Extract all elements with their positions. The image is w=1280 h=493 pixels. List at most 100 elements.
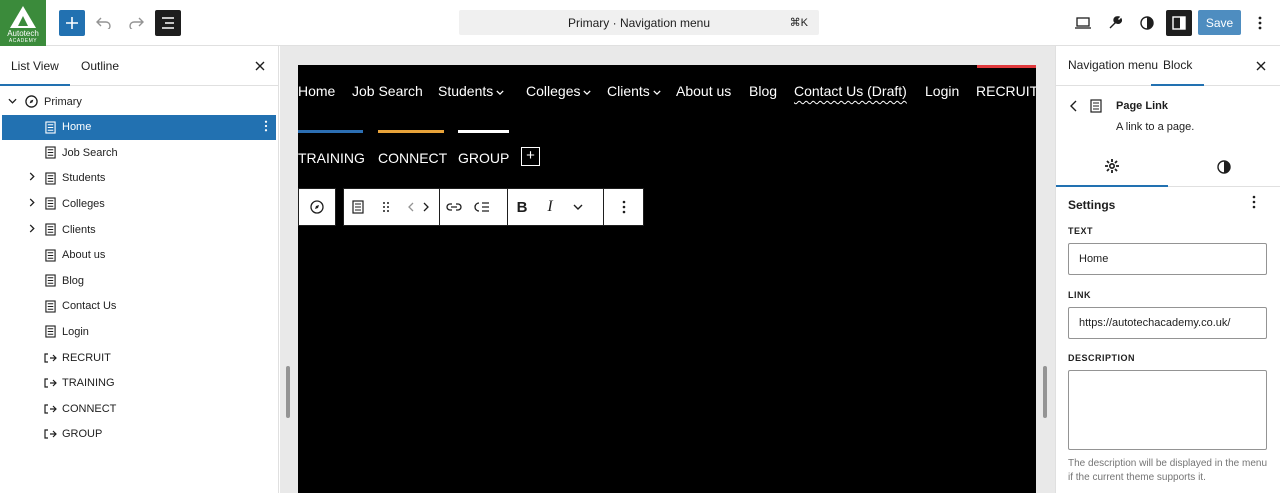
tab-outline[interactable]: Outline [70,46,130,86]
tree-item-label: Home [62,121,92,134]
tree-item[interactable]: Job Search [2,140,276,165]
nav-link[interactable]: TRAINING [298,150,365,166]
more-formatting-button[interactable] [564,189,592,225]
select-parent-button[interactable] [299,189,335,225]
nav-link[interactable]: About us [676,83,731,99]
tree-item[interactable]: Primary [2,89,276,114]
contrast-icon [1140,16,1154,30]
document-overview-button[interactable] [155,10,181,36]
block-options-button[interactable] [604,189,643,225]
tree-item[interactable]: Students [2,166,276,191]
tab-navigation-menu[interactable]: Navigation menu [1068,46,1158,86]
nav-link[interactable]: CONNECT [378,150,447,166]
training-accent-bar [298,130,363,133]
desktop-icon [1075,17,1091,29]
save-button[interactable]: Save [1198,10,1241,35]
more-vertical-icon [622,200,625,214]
block-options-group [603,188,644,226]
move-buttons[interactable] [400,189,438,225]
tree-item[interactable]: RECRUIT [2,345,276,370]
item-options-button[interactable] [264,119,268,135]
right-resize-handle[interactable] [1043,366,1047,418]
tree-item[interactable]: Contact Us [2,294,276,319]
text-input[interactable] [1068,243,1267,275]
styles-button[interactable] [1134,10,1160,36]
link-button[interactable] [440,189,468,225]
tree-item-label: Students [62,172,106,185]
tools-button[interactable] [1102,10,1128,36]
chevron-right-icon[interactable] [26,223,38,236]
tree-item[interactable]: Blog [2,268,276,293]
add-block-button[interactable] [59,10,85,36]
drag-handle[interactable] [372,189,400,225]
settings-options-button[interactable] [1252,195,1256,212]
undo-button[interactable] [91,10,117,36]
page-icon [352,200,364,214]
tree-item-label: Login [62,325,89,338]
settings-sidebar-button[interactable] [1166,10,1192,36]
tab-styles[interactable] [1168,147,1280,187]
tree-item[interactable]: About us [2,243,276,268]
tree-item[interactable]: Home [2,114,276,140]
plus-icon [66,17,78,29]
chevron-down-icon [653,87,661,98]
back-button[interactable] [1070,99,1077,115]
tree-item[interactable]: Login [2,319,276,344]
nav-link[interactable]: Colleges [526,83,592,99]
nav-link[interactable]: Contact Us (Draft) [794,83,907,99]
bold-button[interactable]: B [508,189,536,225]
nav-link[interactable]: Home [298,83,335,99]
block-type-button[interactable] [344,189,372,225]
description-textarea[interactable] [1068,370,1267,450]
more-vertical-icon [1252,195,1256,209]
tab-list-view[interactable]: List View [0,46,70,86]
document-title: Primary · Navigation menu [567,16,711,30]
chevron-left-icon [1070,100,1077,112]
chevron-right-icon[interactable] [26,198,38,210]
tree-item[interactable]: Clients [2,217,276,242]
nav-link-label: Home [298,83,336,99]
format-group: B I [507,188,604,226]
tree-item-label: Job Search [62,146,118,159]
nav-link[interactable]: Students [438,83,504,99]
tree-item[interactable]: CONNECT [2,396,276,421]
close-list-view-button[interactable] [250,56,270,76]
nav-link[interactable]: Blog [749,83,777,99]
page-icon [43,120,57,134]
site-logo[interactable]: Autotech ACADEMY [0,0,46,46]
block-type-group [343,188,440,226]
nav-link[interactable]: Login [925,83,959,99]
add-submenu-button[interactable] [468,189,496,225]
tree-item[interactable]: Colleges [2,191,276,216]
nav-link-label: Students [438,83,494,99]
tab-settings[interactable] [1056,147,1168,187]
nav-link-label: Colleges [526,83,581,99]
nav-link[interactable]: GROUP [458,150,509,166]
nav-link[interactable]: Clients [607,83,661,99]
more-vertical-icon [1258,16,1262,30]
nav-link[interactable]: Job Search [352,83,423,99]
link-block-icon [43,351,57,365]
settings-sidebar: Navigation menu Block Page Link A link t… [1055,46,1280,493]
tree-item[interactable]: GROUP [2,422,276,447]
redo-button[interactable] [123,10,149,36]
nav-link[interactable]: RECRUIT [976,83,1036,99]
italic-button[interactable]: I [536,189,564,225]
tree-item[interactable]: TRAINING [2,371,276,396]
page-icon [43,274,57,288]
page-icon [43,197,57,211]
add-nav-item-button[interactable]: + [521,147,540,166]
command-palette-button[interactable]: Primary · Navigation menu ⌘K [459,10,819,35]
options-button[interactable] [1247,10,1273,36]
link-input[interactable] [1068,307,1267,339]
left-resize-handle[interactable] [286,366,290,418]
tab-block[interactable]: Block [1151,46,1205,86]
preview-button[interactable] [1070,10,1096,36]
editor-frame: Home Job Search Students Colleges Clients Abo… [298,65,1036,493]
chevron-right-icon[interactable] [26,172,38,184]
link-group [439,188,508,226]
page-icon [43,325,57,339]
drag-icon [383,202,389,212]
chevron-down-icon[interactable] [6,96,18,107]
close-settings-button[interactable] [1251,56,1271,76]
